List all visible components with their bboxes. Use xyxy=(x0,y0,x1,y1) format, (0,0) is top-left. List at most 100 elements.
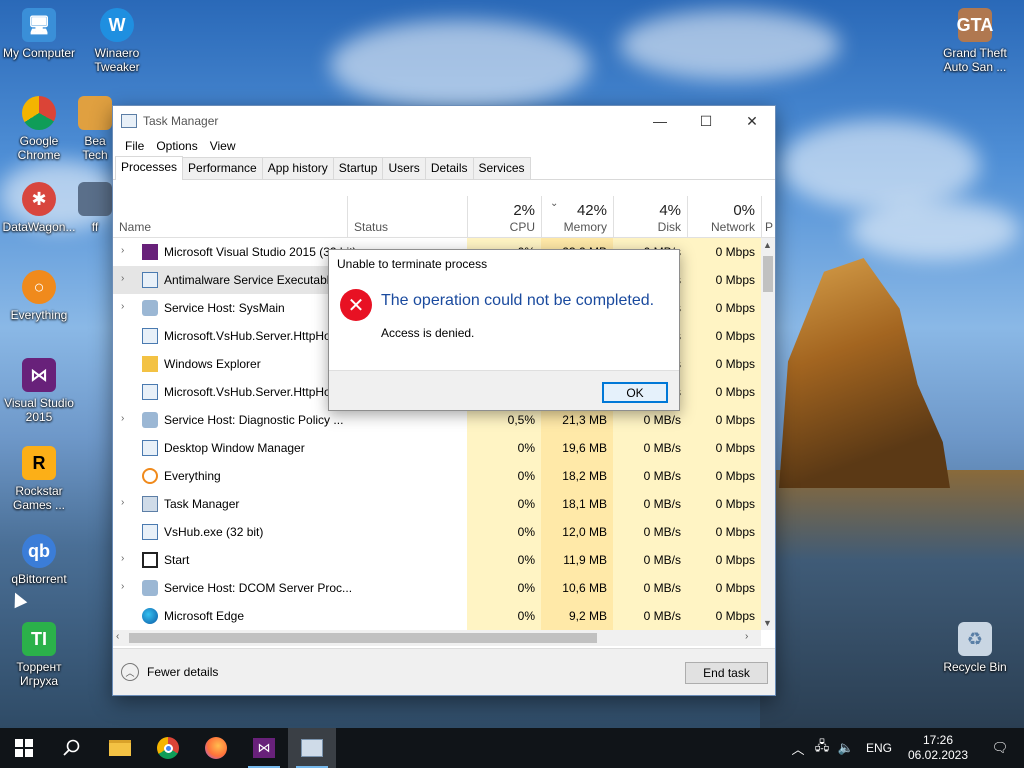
desktop-icon-qbittorrent[interactable]: qb qBittorrent xyxy=(0,534,78,586)
search-button[interactable] xyxy=(48,728,96,768)
desktop-icon-winaero[interactable]: W Winaero Tweaker xyxy=(78,8,156,74)
end-task-button[interactable]: End task xyxy=(685,662,768,684)
table-row[interactable]: › Service Host: DCOM Server Proc... 0% 10,6… xyxy=(113,574,761,602)
desktop-icon-ff[interactable]: ff xyxy=(78,182,112,234)
menu-options[interactable]: Options xyxy=(150,139,203,153)
desktop-icon-gta[interactable]: GTA Grand Theft Auto San ... xyxy=(936,8,1014,74)
scroll-up-icon[interactable]: ▲ xyxy=(763,240,772,250)
desktop-icon-label: My Computer xyxy=(2,46,76,60)
taskbar-task-manager[interactable] xyxy=(288,728,336,768)
network-value: 0 Mbps xyxy=(687,238,761,266)
network-icon[interactable]: 🖧 xyxy=(810,737,834,759)
column-power[interactable]: P xyxy=(761,196,775,238)
chevron-right-icon[interactable]: › xyxy=(121,245,124,256)
volume-icon[interactable]: 🔈 xyxy=(834,740,858,756)
tab-users[interactable]: Users xyxy=(382,157,426,179)
desktop-icon-label: Rockstar Games ... xyxy=(12,484,65,512)
minimize-button[interactable]: — xyxy=(637,106,683,136)
process-name: Service Host: Diagnostic Policy ... xyxy=(164,413,344,427)
visual-studio-icon: ⋈ xyxy=(253,738,275,758)
table-row[interactable]: Desktop Window Manager 0% 19,6 MB 0 MB/s 0 M… xyxy=(113,434,761,462)
cpu-value: 0% xyxy=(467,546,541,574)
start-button[interactable] xyxy=(0,728,48,768)
chevron-right-icon[interactable]: › xyxy=(121,273,124,284)
column-memory[interactable]: ⌄ 42% Memory xyxy=(541,196,613,238)
tab-app-history[interactable]: App history xyxy=(261,157,334,179)
table-row[interactable]: › Task Manager 0% 18,1 MB 0 MB/s 0 Mbps xyxy=(113,490,761,518)
taskbar-firefox[interactable] xyxy=(192,728,240,768)
ok-button[interactable]: OK xyxy=(602,382,668,403)
desktop-icon-label: DataWagon... xyxy=(2,220,76,234)
column-disk[interactable]: 4% Disk xyxy=(613,196,687,238)
desktop-icon-rockstar[interactable]: R Rockstar Games ... xyxy=(0,446,78,512)
memory-value: 11,9 MB xyxy=(541,546,613,574)
chevron-right-icon[interactable]: › xyxy=(121,497,124,508)
disk-total: 4% xyxy=(659,202,681,219)
desktop-icon-recycle-bin[interactable]: ♻ Recycle Bin xyxy=(936,622,1014,674)
table-row[interactable]: Everything 0% 18,2 MB 0 MB/s 0 Mbps xyxy=(113,462,761,490)
fewer-details-label: Fewer details xyxy=(147,665,219,679)
tab-bar: Processes Performance App history Startu… xyxy=(113,156,775,180)
tab-services[interactable]: Services xyxy=(472,157,531,179)
window-icon xyxy=(142,328,158,344)
desktop-icon-everything[interactable]: ○ Everything xyxy=(0,270,78,322)
chevron-right-icon[interactable]: › xyxy=(121,553,124,564)
taskbar-visual-studio[interactable]: ⋈ xyxy=(240,728,288,768)
desktop-icon-chrome[interactable]: Google Chrome xyxy=(0,96,78,162)
scroll-down-icon[interactable]: ▼ xyxy=(763,618,772,628)
chevron-right-icon[interactable]: › xyxy=(121,581,124,592)
memory-value: 19,6 MB xyxy=(541,434,613,462)
chevron-right-icon[interactable]: › xyxy=(121,301,124,312)
desktop-icon-torrent-igruha[interactable]: TI Торрент Игруха xyxy=(0,622,78,688)
app-icon xyxy=(78,96,112,130)
column-network[interactable]: 0% Network xyxy=(687,196,761,238)
notifications-icon[interactable]: 🗨 xyxy=(976,740,1024,756)
taskbar-chrome[interactable] xyxy=(144,728,192,768)
desktop-icon-label: ff xyxy=(91,220,99,234)
table-row[interactable]: VsHub.exe (32 bit) 0% 12,0 MB 0 MB/s 0 Mbps xyxy=(113,518,761,546)
memory-value: 18,2 MB xyxy=(541,462,613,490)
chevron-up-icon: ︿ xyxy=(121,663,139,681)
scroll-thumb[interactable] xyxy=(763,256,773,292)
menu-file[interactable]: File xyxy=(119,139,150,153)
language-indicator[interactable]: ENG xyxy=(858,741,900,755)
column-status[interactable]: Status xyxy=(347,196,467,238)
chevron-right-icon[interactable]: › xyxy=(121,413,124,424)
chrome-icon xyxy=(22,96,56,130)
vertical-scrollbar[interactable]: ▲ ▼ xyxy=(761,238,775,630)
tab-startup[interactable]: Startup xyxy=(332,157,384,179)
process-name: Task Manager xyxy=(164,497,240,511)
scroll-left-icon[interactable]: ‹ xyxy=(116,631,119,642)
desktop-icon-visual-studio[interactable]: ⋈ Visual Studio 2015 xyxy=(0,358,78,424)
dialog-message: The operation could not be completed. xyxy=(381,292,655,309)
desktop-icon-my-computer[interactable]: 🖥 My Computer xyxy=(0,8,78,60)
cpu-value: 0% xyxy=(467,490,541,518)
table-row[interactable]: › Start 0% 11,9 MB 0 MB/s 0 Mbps xyxy=(113,546,761,574)
chevron-up-icon[interactable]: ︿ xyxy=(786,739,810,758)
close-button[interactable]: ✕ xyxy=(729,106,775,136)
horizontal-scrollbar[interactable]: ‹ › xyxy=(113,630,761,646)
clock[interactable]: 17:26 06.02.2023 xyxy=(900,733,976,763)
network-value: 0 Mbps xyxy=(687,574,761,602)
fewer-details-button[interactable]: ︿ Fewer details xyxy=(121,663,218,681)
memory-value: 18,1 MB xyxy=(541,490,613,518)
tab-processes[interactable]: Processes xyxy=(115,156,184,180)
cpu-value: 0% xyxy=(467,602,541,630)
desktop-icon-datawagon[interactable]: ✱ DataWagon... xyxy=(0,182,78,234)
column-cpu[interactable]: 2% CPU xyxy=(467,196,541,238)
table-row[interactable]: Microsoft Edge 0% 9,2 MB 0 MB/s 0 Mbps xyxy=(113,602,761,630)
taskbar-explorer[interactable] xyxy=(96,728,144,768)
menu-view[interactable]: View xyxy=(204,139,242,153)
maximize-button[interactable]: ☐ xyxy=(683,106,729,136)
tab-details[interactable]: Details xyxy=(424,157,474,179)
scroll-right-icon[interactable]: › xyxy=(745,631,748,642)
disk-value: 0 MB/s xyxy=(613,462,687,490)
scroll-thumb[interactable] xyxy=(129,633,597,643)
column-name[interactable]: Name xyxy=(113,196,347,238)
tab-performance[interactable]: Performance xyxy=(182,157,263,179)
title-bar[interactable]: Task Manager — ☐ ✕ xyxy=(113,106,775,136)
network-value: 0 Mbps xyxy=(687,546,761,574)
desktop-icon-label: Google Chrome xyxy=(17,134,61,162)
clock-date: 06.02.2023 xyxy=(907,748,969,762)
desktop-icon-bea[interactable]: Bea Tech xyxy=(78,96,112,162)
